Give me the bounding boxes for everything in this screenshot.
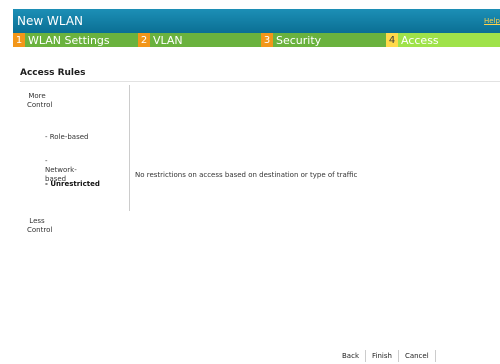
access-description: No restrictions on access based on desti… (135, 171, 358, 179)
step-number-3: 3 (261, 33, 273, 47)
option-role-based[interactable]: - Role-based (45, 133, 89, 142)
top-strip (0, 0, 500, 9)
tab-label-wlan-settings: WLAN Settings (28, 33, 110, 47)
more-control-label: More Control (27, 92, 53, 109)
tab-label-access: Access (401, 33, 439, 47)
tab-vlan[interactable]: 2 VLAN (138, 33, 261, 47)
tab-label-vlan: VLAN (153, 33, 183, 47)
wizard-tabs: 1 WLAN Settings 2 VLAN 3 Security 4 Acce… (13, 33, 500, 47)
window-title: New WLAN (17, 14, 83, 28)
finish-button[interactable]: Finish (366, 352, 398, 360)
help-link[interactable]: Help (484, 17, 500, 25)
tab-wlan-settings[interactable]: 1 WLAN Settings (13, 33, 138, 47)
title-bar: New WLAN Help (13, 9, 500, 33)
tab-security[interactable]: 3 Security (261, 33, 386, 47)
access-rules-heading: Access Rules (20, 68, 86, 78)
step-number-2: 2 (138, 33, 150, 47)
heading-divider (20, 81, 500, 82)
vertical-divider (129, 85, 130, 211)
less-control-label: Less Control (27, 217, 53, 234)
tab-access[interactable]: 4 Access (386, 33, 500, 47)
back-button[interactable]: Back (336, 352, 365, 360)
step-number-4: 4 (386, 33, 398, 47)
cancel-button[interactable]: Cancel (399, 352, 435, 360)
footer-separator (434, 350, 436, 362)
tab-label-security: Security (276, 33, 322, 47)
step-number-1: 1 (13, 33, 25, 47)
option-unrestricted[interactable]: - Unrestricted (45, 180, 100, 189)
footer-buttons: Back Finish Cancel (336, 350, 436, 362)
